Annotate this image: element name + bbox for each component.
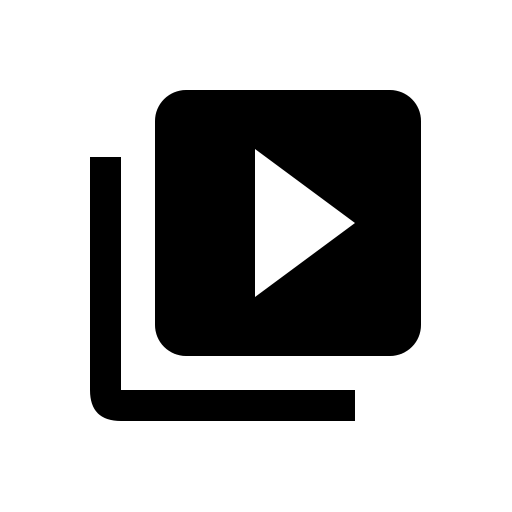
icon-canvas xyxy=(0,0,512,512)
video-library-icon xyxy=(90,90,421,421)
